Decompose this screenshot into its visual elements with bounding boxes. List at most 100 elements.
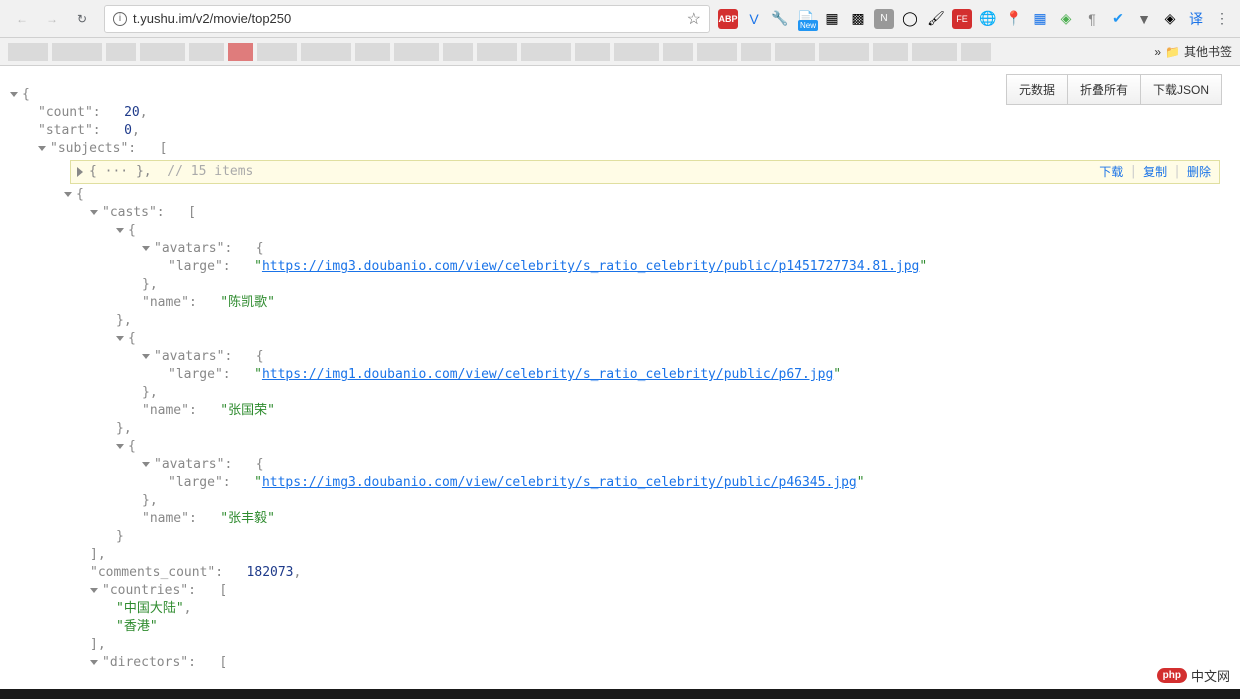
toggle-icon[interactable] [116,228,124,233]
download-link[interactable]: 下载 [1099,163,1123,181]
ext-icon-pilcrow[interactable]: ¶ [1082,9,1102,29]
forward-button[interactable]: → [38,5,66,33]
json-arr-close: ], [10,636,1230,654]
ext-icon-wrench[interactable]: 🔧 [770,9,790,29]
bookmark-item[interactable] [106,43,136,61]
toggle-icon[interactable] [90,660,98,665]
ext-icon-bars[interactable]: ▦ [822,9,842,29]
bookmark-item[interactable] [663,43,693,61]
bookmark-overflow[interactable]: » [1154,45,1161,59]
bookmark-item[interactable] [575,43,610,61]
json-obj-open: { [10,222,1230,240]
bookmark-item[interactable] [912,43,957,61]
ext-icon-n[interactable]: N [874,9,894,29]
json-obj-close: } [10,528,1230,546]
nav-buttons: ← → ↻ [8,5,96,33]
bookmark-item[interactable] [614,43,659,61]
watermark: php 中文网 [1157,666,1230,685]
toggle-icon[interactable] [116,444,124,449]
bookmark-item[interactable] [697,43,737,61]
reload-button[interactable]: ↻ [68,5,96,33]
bookmark-item[interactable] [8,43,48,61]
url-link[interactable]: https://img3.doubanio.com/view/celebrity… [262,475,857,490]
json-arr-close: ], [10,546,1230,564]
bookmark-item[interactable] [301,43,351,61]
watermark-text: 中文网 [1191,666,1230,685]
address-bar[interactable]: i t.yushu.im/v2/movie/top250 ☆ [104,5,710,33]
json-line-avatars: "avatars": { [10,456,1230,474]
bookmark-item[interactable] [961,43,991,61]
bookmark-item[interactable] [257,43,297,61]
bookmark-item[interactable] [873,43,908,61]
toggle-icon[interactable] [142,354,150,359]
ext-icon-v[interactable]: V [744,9,764,29]
taskbar[interactable] [0,689,1240,699]
bookmark-star-icon[interactable]: ☆ [687,9,701,29]
ext-icon-globe[interactable]: 🌐 [978,9,998,29]
page-content: 元数据 折叠所有 下载JSON { "count": 20, "start": … [0,66,1240,672]
bookmark-item[interactable] [741,43,771,61]
ext-icon-qr[interactable]: ▩ [848,9,868,29]
toggle-icon[interactable] [116,336,124,341]
toggle-icon[interactable] [142,246,150,251]
json-obj-close: }, [10,420,1230,438]
bookmark-item[interactable] [189,43,224,61]
abp-icon[interactable]: ABP [718,9,738,29]
json-tree: { "count": 20, "start": 0, "subjects": [… [0,76,1240,672]
menu-icon[interactable]: ⋮ [1212,9,1232,29]
folder-icon: 📁 [1165,45,1180,59]
ext-icon-brush[interactable]: 🖌 [926,9,946,29]
watermark-badge: php [1157,668,1187,683]
json-line-directors: "directors": [ [10,654,1230,672]
delete-link[interactable]: 删除 [1187,163,1211,181]
toggle-icon[interactable] [142,462,150,467]
browser-toolbar: ← → ↻ i t.yushu.im/v2/movie/top250 ☆ ABP… [0,0,1240,38]
back-button[interactable]: ← [8,5,36,33]
json-line-subjects: "subjects": [ [10,140,1230,158]
json-obj-open: { [10,186,1230,204]
other-bookmarks[interactable]: 其他书签 [1184,43,1232,60]
copy-link[interactable]: 复制 [1143,163,1167,181]
toggle-icon[interactable] [10,92,18,97]
metadata-button[interactable]: 元数据 [1006,74,1068,105]
toggle-icon[interactable] [90,210,98,215]
play-icon[interactable] [77,167,83,177]
toggle-icon[interactable] [38,146,46,151]
json-country-1: "中国大陆", [10,600,1230,618]
json-line-large: "large": "https://img1.doubanio.com/view… [10,366,1230,384]
site-info-icon[interactable]: i [113,12,127,26]
ext-icon-layers[interactable]: ◈ [1160,9,1180,29]
toggle-icon[interactable] [90,588,98,593]
bookmark-item[interactable] [443,43,473,61]
json-obj-close: }, [10,276,1230,294]
ext-icon-down[interactable]: ▼ [1134,9,1154,29]
bookmark-item[interactable] [355,43,390,61]
ext-icon-doc[interactable]: 📄New [796,9,816,29]
collapsed-items-row[interactable]: { ··· }, // 15 items 下载 | 复制 | 删除 [70,160,1220,184]
download-json-button[interactable]: 下载JSON [1140,74,1222,105]
toggle-icon[interactable] [64,192,72,197]
bookmark-item[interactable] [521,43,571,61]
json-line-start: "start": 0, [10,122,1230,140]
url-link[interactable]: https://img1.doubanio.com/view/celebrity… [262,367,833,382]
bookmark-item[interactable] [477,43,517,61]
collapse-all-button[interactable]: 折叠所有 [1067,74,1141,105]
bookmark-item[interactable] [228,43,253,61]
url-link[interactable]: https://img3.doubanio.com/view/celebrity… [262,259,919,274]
ext-icon-circle[interactable]: ◯ [900,9,920,29]
bookmark-item[interactable] [394,43,439,61]
ext-icon-pin[interactable]: 📍 [1004,9,1024,29]
extension-icons: ABP V 🔧 📄New ▦ ▩ N ◯ 🖌 FE 🌐 📍 ▦ ◈ ¶ ✔ ▼ … [718,9,1232,29]
ext-icon-check[interactable]: ✔ [1108,9,1128,29]
ext-icon-translate[interactable]: 译 [1186,9,1206,29]
bookmark-item[interactable] [52,43,102,61]
bookmark-item[interactable] [819,43,869,61]
bookmark-item[interactable] [140,43,185,61]
json-line-avatars: "avatars": { [10,348,1230,366]
ext-icon-fe[interactable]: FE [952,9,972,29]
json-obj-close: }, [10,312,1230,330]
bookmark-item[interactable] [775,43,815,61]
url-text: t.yushu.im/v2/movie/top250 [133,11,681,26]
ext-icon-diamond[interactable]: ◈ [1056,9,1076,29]
ext-icon-calc[interactable]: ▦ [1030,9,1050,29]
